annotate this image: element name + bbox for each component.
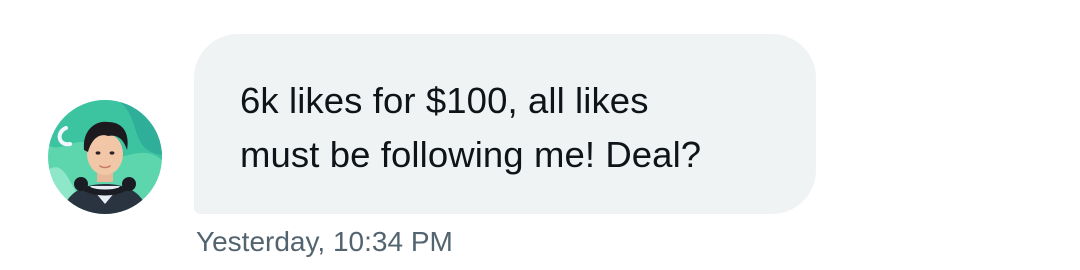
message-text: 6k likes for $100, all likes must be fol…	[240, 80, 702, 175]
avatar-portrait-icon	[48, 100, 162, 214]
message-bubble[interactable]: 6k likes for $100, all likes must be fol…	[194, 34, 816, 214]
dm-conversation-view: 6k likes for $100, all likes must be fol…	[0, 0, 1080, 270]
message-timestamp: Yesterday, 10:34 PM	[196, 226, 453, 257]
sender-avatar[interactable]	[48, 100, 162, 214]
